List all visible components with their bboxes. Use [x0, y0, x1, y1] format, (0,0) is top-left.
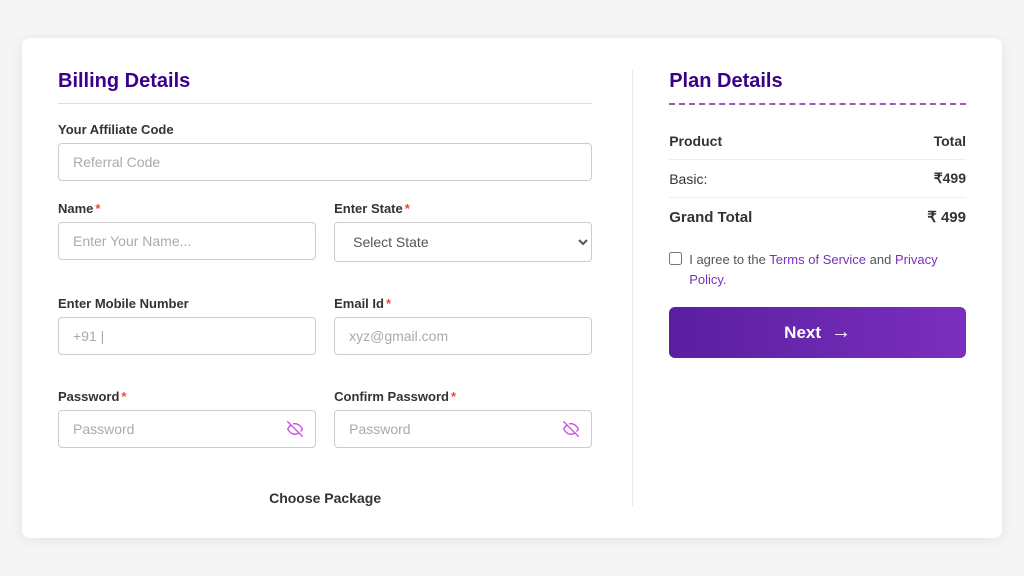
- state-field-group: Enter State* Select StateAndhra PradeshA…: [334, 201, 592, 262]
- agree-checkbox[interactable]: [669, 252, 682, 265]
- mobile-label: Enter Mobile Number: [58, 296, 316, 311]
- confirm-password-toggle-button[interactable]: [560, 421, 582, 437]
- grand-total-label: Grand Total: [669, 209, 752, 226]
- plan-divider: [669, 103, 966, 105]
- next-button[interactable]: Next →: [669, 307, 966, 358]
- affiliate-input[interactable]: [58, 143, 592, 181]
- agree-text: I agree to the Terms of Service and Priv…: [689, 250, 966, 289]
- email-label: Email Id*: [334, 296, 592, 311]
- plan-basic-amount: ₹499: [934, 170, 966, 187]
- next-arrow: →: [831, 321, 851, 344]
- plan-product-header: Product: [669, 133, 722, 149]
- name-input[interactable]: [58, 222, 316, 260]
- eye-slash-icon: [284, 421, 306, 437]
- confirm-password-label: Confirm Password*: [334, 389, 592, 404]
- terms-link[interactable]: Terms of Service: [769, 252, 866, 267]
- plan-basic-label: Basic:: [669, 171, 707, 187]
- plan-total-header: Total: [934, 133, 966, 149]
- form-grid: Name* Enter State* Select StateAndhra Pr…: [58, 201, 592, 506]
- grand-total-row: Grand Total ₹ 499: [669, 197, 966, 236]
- email-input[interactable]: [334, 317, 592, 355]
- affiliate-section: Your Affiliate Code: [58, 122, 592, 181]
- confirm-eye-slash-icon: [560, 421, 582, 437]
- billing-section: Billing Details Your Affiliate Code Name…: [58, 70, 592, 506]
- next-label: Next: [784, 323, 821, 343]
- password-label: Password*: [58, 389, 316, 404]
- state-select[interactable]: Select StateAndhra PradeshArunachal Prad…: [334, 222, 592, 262]
- affiliate-label: Your Affiliate Code: [58, 122, 592, 137]
- state-label: Enter State*: [334, 201, 592, 216]
- plan-header-row: Product Total: [669, 123, 966, 160]
- password-toggle-button[interactable]: [284, 421, 306, 437]
- password-input[interactable]: [58, 410, 316, 448]
- mobile-field-group: Enter Mobile Number: [58, 296, 316, 355]
- confirm-password-field-group: Confirm Password*: [334, 389, 592, 448]
- password-field-group: Password*: [58, 389, 316, 448]
- billing-title: Billing Details: [58, 70, 592, 93]
- confirm-password-input[interactable]: [334, 410, 592, 448]
- main-container: Billing Details Your Affiliate Code Name…: [22, 38, 1002, 538]
- confirm-password-wrapper: [334, 410, 592, 448]
- agree-row: I agree to the Terms of Service and Priv…: [669, 250, 966, 289]
- choose-package-label: Choose Package: [58, 490, 592, 506]
- plan-section: Plan Details Product Total Basic: ₹499 G…: [632, 70, 966, 506]
- plan-basic-row: Basic: ₹499: [669, 160, 966, 197]
- billing-divider: [58, 103, 592, 104]
- mobile-input[interactable]: [58, 317, 316, 355]
- grand-total-amount: ₹ 499: [927, 208, 966, 226]
- plan-title: Plan Details: [669, 70, 966, 93]
- password-wrapper: [58, 410, 316, 448]
- email-field-group: Email Id*: [334, 296, 592, 355]
- name-label: Name*: [58, 201, 316, 216]
- name-field-group: Name*: [58, 201, 316, 262]
